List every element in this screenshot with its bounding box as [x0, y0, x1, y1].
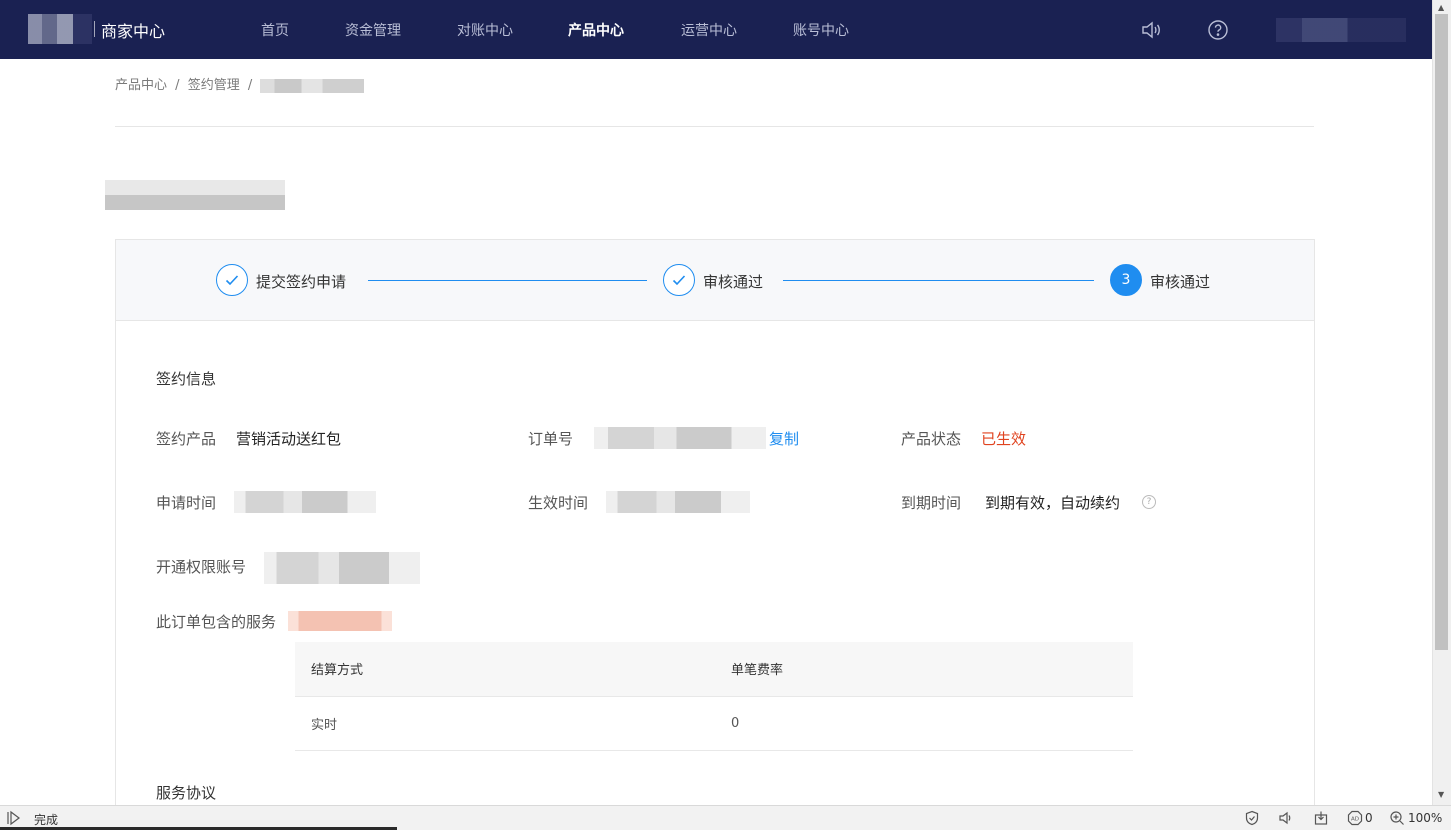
help-icon[interactable]: [1207, 19, 1229, 41]
scroll-down-arrow-icon[interactable]: ▼: [1438, 790, 1444, 799]
table-header-row: 结算方式 单笔费率: [295, 642, 1133, 697]
volume-icon[interactable]: [1278, 810, 1294, 826]
step-3-number: 3: [1110, 264, 1142, 296]
expire-time-value: 到期有效，自动续约: [985, 494, 1121, 512]
zoom-icon[interactable]: [1389, 810, 1405, 826]
nav-item-products[interactable]: 产品中心: [568, 20, 624, 40]
product-value: 营销活动送红包: [236, 430, 342, 448]
step-2-label: 审核通过: [703, 273, 764, 291]
product-status-label: 产品状态: [901, 430, 962, 448]
table-row: 实时 0: [295, 696, 1133, 751]
shield-icon[interactable]: [1244, 810, 1260, 826]
breadcrumb-item-products[interactable]: 产品中心: [115, 78, 167, 93]
svg-text:AD: AD: [1351, 817, 1359, 823]
step-connector: [368, 280, 647, 281]
step-1-label: 提交签约申请: [256, 273, 347, 291]
user-menu[interactable]: [1276, 18, 1406, 42]
order-number-redacted: [594, 427, 766, 449]
column-header-settlement: 结算方式: [295, 642, 715, 697]
nav-item-operations[interactable]: 运营中心: [681, 20, 737, 40]
nav-item-funds[interactable]: 资金管理: [345, 20, 401, 40]
effective-time-redacted: [606, 491, 750, 513]
question-mark-icon[interactable]: ?: [1142, 495, 1156, 509]
contract-detail-card: 提交签约申请 审核通过 3 审核通过 签约信息 签约产品 营销活动送红包 订单号…: [115, 239, 1315, 819]
services-label: 此订单包含的服务: [156, 613, 277, 631]
adblock-icon[interactable]: AD: [1347, 810, 1363, 826]
nav-item-account[interactable]: 账号中心: [793, 20, 849, 40]
step-connector: [783, 280, 1094, 281]
order-number-label: 订单号: [528, 430, 574, 448]
section-title-agreement: 服务协议: [156, 784, 217, 802]
nav-item-reconciliation[interactable]: 对账中心: [457, 20, 513, 40]
product-label: 签约产品: [156, 430, 217, 448]
breadcrumb-item-contracts[interactable]: 签约管理: [188, 78, 240, 93]
column-header-fee-rate: 单笔费率: [715, 642, 1133, 697]
apply-time-label: 申请时间: [156, 494, 217, 512]
divider: [115, 126, 1314, 127]
settlement-cell: 实时: [295, 696, 715, 751]
vertical-scrollbar[interactable]: ▲ ▼: [1432, 0, 1451, 805]
page-title-redacted: [105, 180, 285, 210]
step-3-label: 审核通过: [1150, 273, 1211, 291]
top-navigation-bar: 商家中心 首页 资金管理 对账中心 产品中心 运营中心 账号中心: [0, 0, 1432, 59]
scroll-up-arrow-icon[interactable]: ▲: [1438, 3, 1444, 12]
service-table: 结算方式 单笔费率 实时 0: [295, 642, 1133, 751]
copy-order-button[interactable]: 复制: [769, 428, 799, 449]
fee-rate-cell: 0: [715, 696, 1133, 751]
download-icon[interactable]: [1313, 810, 1329, 826]
logo[interactable]: [28, 14, 92, 44]
status-text: 完成: [34, 813, 59, 827]
breadcrumb: 产品中心 / 签约管理 /: [115, 74, 368, 93]
breadcrumb-separator: /: [247, 78, 253, 93]
product-status-value: 已生效: [981, 430, 1027, 448]
progress-steps: 提交签约申请 审核通过 3 审核通过: [116, 240, 1314, 321]
step-1-check-icon: [216, 264, 248, 296]
play-icon[interactable]: [6, 810, 22, 826]
apply-time-redacted: [234, 491, 376, 513]
service-name-redacted: [288, 611, 392, 631]
zoom-level[interactable]: 100%: [1408, 811, 1442, 825]
breadcrumb-separator: /: [175, 78, 180, 93]
brand-title[interactable]: 商家中心: [93, 18, 165, 42]
speaker-icon[interactable]: [1140, 19, 1162, 41]
scrollbar-thumb[interactable]: [1435, 14, 1448, 650]
breadcrumb-current-redacted: [260, 78, 365, 93]
section-title-sign-info: 签约信息: [156, 370, 217, 388]
expire-time-label: 到期时间: [901, 494, 962, 512]
account-redacted: [264, 552, 420, 584]
account-label: 开通权限账号: [156, 558, 247, 576]
effective-time-label: 生效时间: [528, 494, 589, 512]
step-2-check-icon: [663, 264, 695, 296]
adblock-count: 0: [1365, 811, 1373, 825]
nav-item-home[interactable]: 首页: [261, 20, 289, 40]
